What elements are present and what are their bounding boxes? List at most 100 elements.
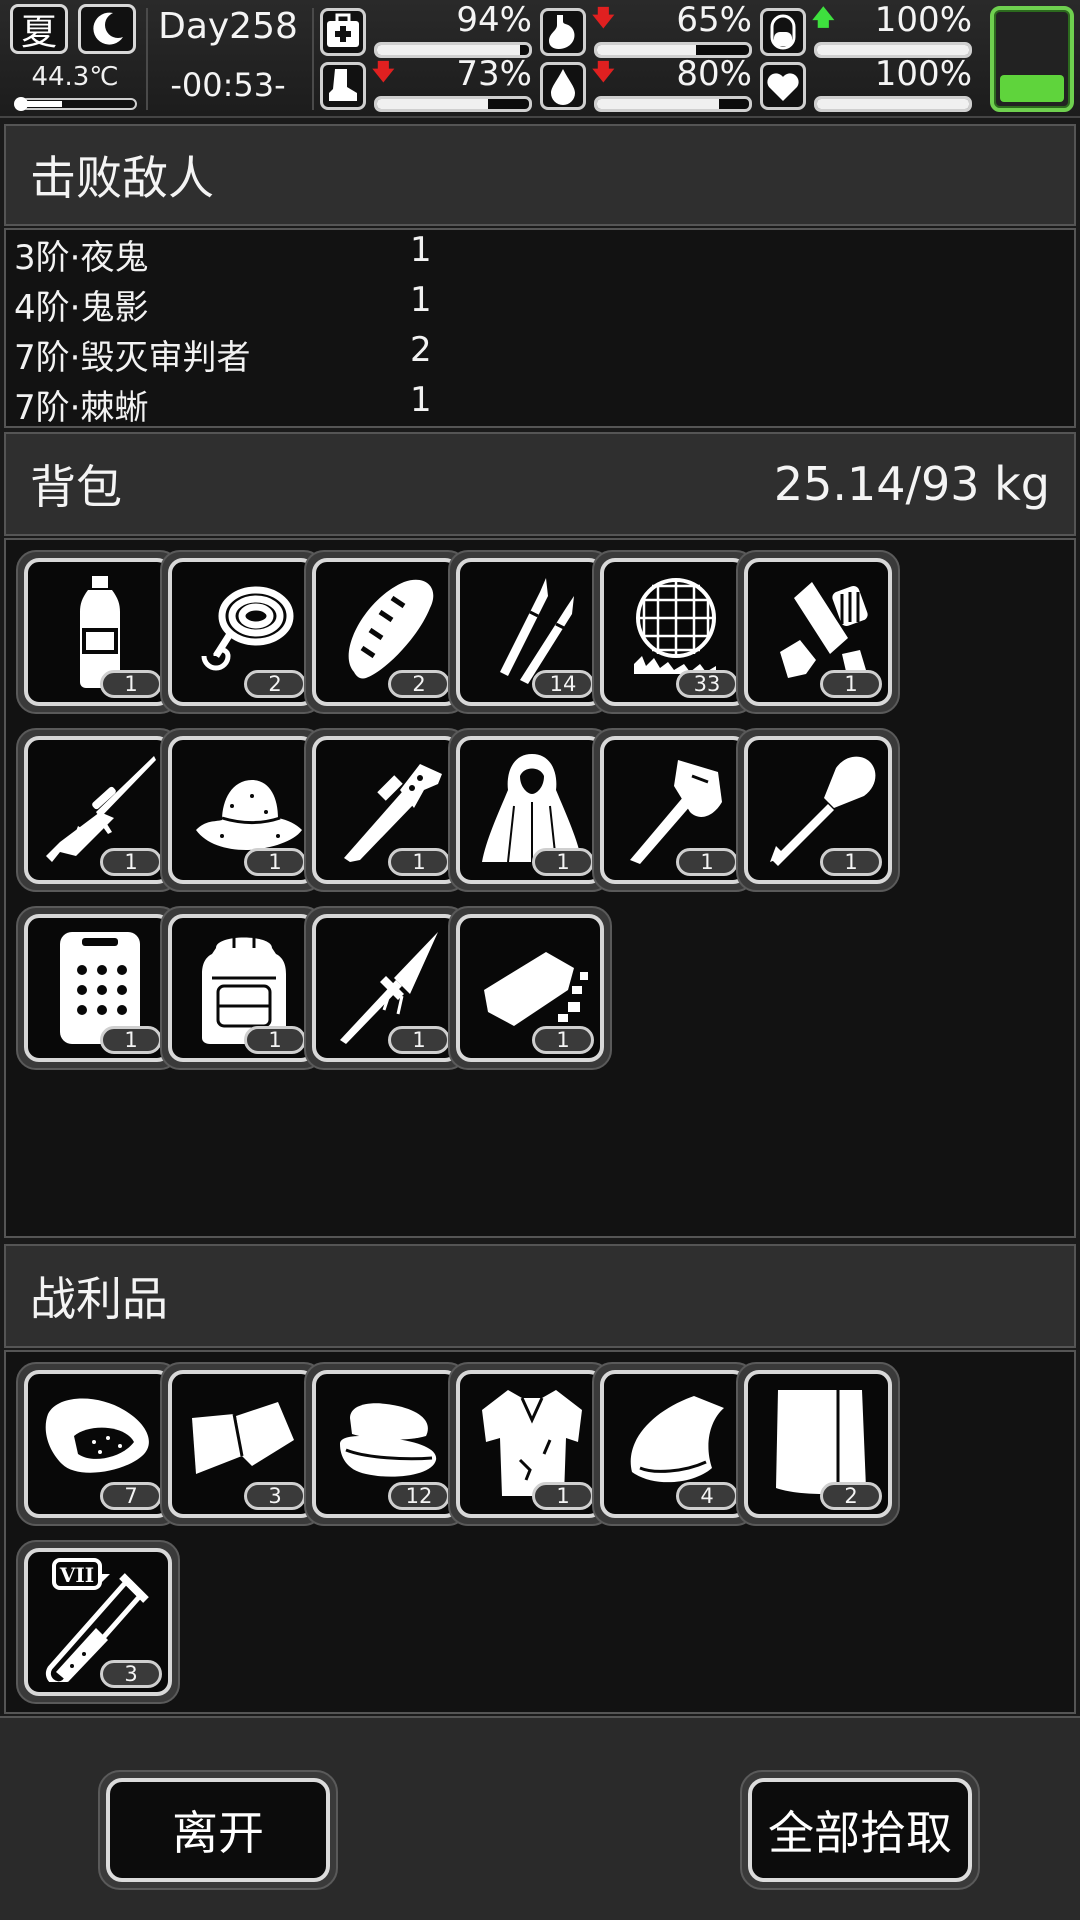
stat-stamina[interactable]: 🡇 73% — [320, 54, 540, 114]
item-slot-frame: 33 — [600, 558, 748, 706]
item-count-badge: 1 — [676, 848, 738, 876]
stat-bar — [814, 96, 972, 112]
loot-item-slot[interactable]: 3 — [160, 1362, 324, 1526]
capsule-icon — [760, 8, 806, 56]
backpack-grid: 1 2 2 14 33 1 1 1 1 1 1 1 1 1 1 1 — [4, 538, 1076, 1238]
item-slot-frame: 1 — [168, 736, 316, 884]
take-all-button[interactable]: 全部拾取 — [740, 1770, 980, 1890]
item-slot-frame: 1 — [312, 736, 460, 884]
enemy-count: 1 — [410, 380, 432, 420]
item-count-badge: 1 — [100, 1026, 162, 1054]
moon-icon — [78, 4, 136, 54]
item-slot-frame: 3 — [168, 1370, 316, 1518]
stat-bar-fill — [377, 99, 488, 109]
backpack-item-slot[interactable]: 1 — [304, 906, 468, 1070]
item-count-badge: 1 — [244, 1026, 306, 1054]
item-slot-frame: 1 — [456, 1370, 604, 1518]
svg-text:VII: VII — [59, 1563, 94, 1587]
item-count-badge: 1 — [244, 848, 306, 876]
backpack-item-slot[interactable]: 14 — [448, 550, 612, 714]
loot-header: 战利品 — [4, 1244, 1076, 1348]
item-count-badge: 33 — [676, 670, 738, 698]
leave-button[interactable]: 离开 — [98, 1770, 338, 1890]
item-slot-frame: 1 — [24, 736, 172, 884]
down-arrow-icon: 🡇 — [372, 60, 395, 85]
stat-bar — [374, 96, 532, 112]
backpack-header: 背包 25.14/93 kg — [4, 432, 1076, 536]
backpack-item-slot[interactable]: 2 — [160, 550, 324, 714]
item-count-badge: 1 — [100, 848, 162, 876]
item-slot-frame: 1 — [24, 914, 172, 1062]
stat-value: 80% — [676, 54, 752, 94]
item-count-badge: 1 — [100, 670, 162, 698]
stat-health[interactable]: 94% — [320, 0, 540, 60]
season-indicator: 夏 — [10, 4, 68, 54]
item-slot-frame: 1 — [168, 914, 316, 1062]
backpack-item-slot[interactable]: 1 — [448, 906, 612, 1070]
stat-value: 65% — [676, 0, 752, 40]
backpack-item-slot[interactable]: 1 — [592, 728, 756, 892]
stomach-icon — [540, 8, 586, 56]
item-count-badge: 1 — [388, 848, 450, 876]
item-count-badge: 1 — [820, 848, 882, 876]
backpack-item-slot[interactable]: 1 — [16, 906, 180, 1070]
backpack-item-slot[interactable]: 1 — [16, 550, 180, 714]
item-slot-frame: 7 — [24, 1370, 172, 1518]
backpack-item-slot[interactable]: 1 — [736, 550, 900, 714]
item-slot-frame: 1 — [456, 736, 604, 884]
enemy-count: 1 — [410, 280, 432, 320]
item-count-badge: 1 — [388, 1026, 450, 1054]
item-slot-frame: 4 — [600, 1370, 748, 1518]
temperature-readout: 44.3℃ — [31, 62, 119, 92]
item-slot-frame: VII 3 — [24, 1548, 172, 1696]
backpack-item-slot[interactable]: 1 — [304, 728, 468, 892]
item-count-badge: 3 — [244, 1482, 306, 1510]
backpack-item-slot[interactable]: 1 — [16, 728, 180, 892]
item-slot-frame: 1 — [312, 914, 460, 1062]
weight-readout: 25.14/93 kg — [773, 457, 1050, 511]
stat-thirst[interactable]: 🡇 80% — [540, 54, 760, 114]
enemy-name: 7阶·棘蜥 — [14, 388, 149, 428]
item-count-badge: 2 — [388, 670, 450, 698]
item-count-badge: 12 — [388, 1482, 450, 1510]
stat-hunger[interactable]: 🡇 65% — [540, 0, 760, 60]
section-title: 击败敌人 — [30, 151, 214, 205]
loot-item-slot[interactable]: 12 — [304, 1362, 468, 1526]
item-slot-frame: 1 — [744, 558, 892, 706]
status-bar: 夏 44.3℃ Day258 -00:53- 94% 🡇 65% 🡅 100% — [0, 0, 1080, 118]
down-arrow-icon: 🡇 — [592, 60, 615, 85]
item-count-badge: 2 — [244, 670, 306, 698]
backpack-item-slot[interactable]: 33 — [592, 550, 756, 714]
stat-bar — [594, 96, 752, 112]
stat-spirit[interactable]: 100% — [760, 54, 980, 114]
water-drop-icon — [540, 62, 586, 110]
item-slot-frame: 1 — [456, 914, 604, 1062]
item-count-badge: 1 — [820, 670, 882, 698]
battery-indicator[interactable] — [990, 6, 1074, 112]
backpack-item-slot[interactable]: 1 — [448, 728, 612, 892]
stat-value: 100% — [874, 0, 972, 40]
loot-item-slot[interactable]: 2 — [736, 1362, 900, 1526]
backpack-item-slot[interactable]: 1 — [736, 728, 900, 892]
loot-grid: 7 3 12 1 4 2 VII 3 — [4, 1350, 1076, 1714]
loot-item-slot[interactable]: 7 — [16, 1362, 180, 1526]
divider — [312, 8, 314, 110]
stat-mood[interactable]: 🡅 100% — [760, 0, 980, 60]
loot-item-slot[interactable]: 1 — [448, 1362, 612, 1526]
stat-value: 94% — [456, 0, 532, 40]
take-all-button-label: 全部拾取 — [748, 1778, 972, 1882]
backpack-item-slot[interactable]: 2 — [304, 550, 468, 714]
loot-item-slot[interactable]: VII 3 — [16, 1540, 180, 1704]
backpack-item-slot[interactable]: 1 — [160, 906, 324, 1070]
loot-item-slot[interactable]: 4 — [592, 1362, 756, 1526]
defeated-header: 击败敌人 — [4, 124, 1076, 226]
enemy-name: 3阶·夜鬼 — [14, 238, 149, 278]
game-clock: -00:53- — [170, 66, 286, 104]
item-slot-frame: 2 — [168, 558, 316, 706]
enemy-count: 2 — [410, 330, 432, 370]
enemy-name: 7阶·毁灭审判者 — [14, 338, 251, 378]
first-aid-icon — [320, 8, 366, 56]
battery-level — [1000, 74, 1064, 102]
boot-icon — [320, 62, 366, 110]
backpack-item-slot[interactable]: 1 — [160, 728, 324, 892]
